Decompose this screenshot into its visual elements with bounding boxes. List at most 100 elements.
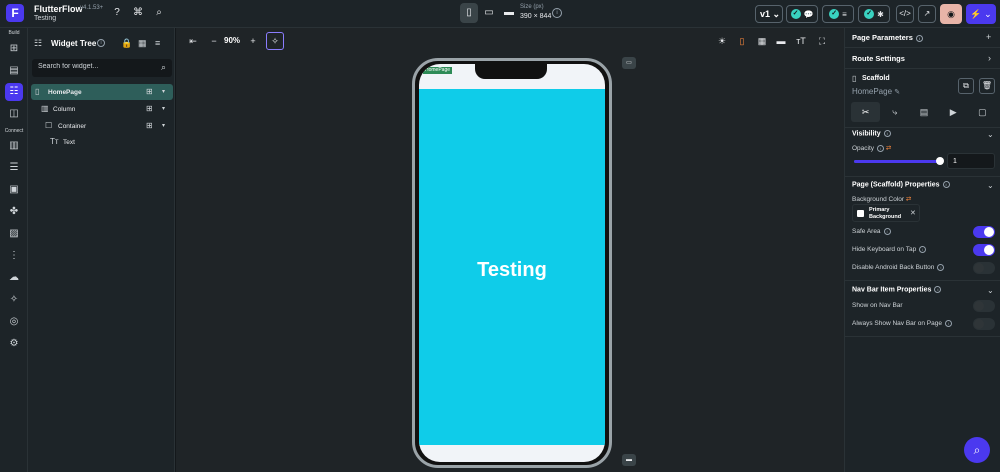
tree-node-container[interactable]: ☐ Container ⊞ ▾ — [31, 118, 173, 134]
add-child-icon[interactable]: ⊞ — [146, 104, 153, 113]
add-child-icon[interactable]: ⊞ — [146, 87, 153, 96]
flutterflow-logo-icon[interactable]: F — [6, 4, 24, 22]
tab-properties[interactable]: ✂ — [851, 102, 881, 122]
clear-color-icon[interactable]: ✕ — [910, 209, 916, 217]
info-icon: i — [944, 320, 952, 327]
opacity-slider[interactable] — [854, 157, 944, 165]
chat-icon: 💬 — [803, 9, 814, 19]
chevron-down-icon[interactable]: ▾ — [162, 88, 165, 95]
add-widget-icon[interactable]: ⊞ — [5, 40, 23, 58]
project-name[interactable]: Testing — [34, 15, 56, 22]
tab-data[interactable]: ▤ — [909, 102, 938, 122]
variable-icon[interactable]: ⇄ — [886, 145, 891, 152]
page-parameters-row[interactable]: Page Parameters i + — [845, 28, 1000, 48]
tree-node-column[interactable]: ▥ Column ⊞ ▾ — [31, 101, 173, 117]
add-icon[interactable]: + — [986, 32, 991, 42]
layout-icon[interactable]: ▦ — [138, 38, 147, 49]
copy-icon[interactable]: ⧉ — [958, 78, 974, 94]
disable-back-toggle[interactable] — [973, 262, 995, 274]
chevron-down-icon[interactable]: ▾ — [162, 122, 165, 129]
help-chat-button[interactable]: ⌕ — [964, 437, 990, 463]
keyboard-toggle-icon[interactable]: ▬ — [622, 454, 636, 466]
chevron-down-icon[interactable]: ⌄ — [987, 181, 994, 190]
tablet-device-button[interactable]: ▭ — [480, 3, 498, 23]
chevron-down-icon[interactable]: ▾ — [162, 105, 165, 112]
debug-status-button[interactable]: ✓ ✱ — [858, 5, 890, 23]
search-icon[interactable]: ⌕ — [161, 62, 166, 73]
link-icon[interactable]: ▭ — [622, 57, 636, 69]
tree-node-homepage[interactable]: ▯ HomePage ⊞ ▾ — [31, 84, 173, 100]
desktop-device-button[interactable]: ▬ — [500, 3, 518, 23]
safe-area-toggle[interactable] — [973, 226, 995, 238]
text-widget[interactable]: Testing — [419, 259, 605, 282]
storyboard-icon[interactable]: ◫ — [5, 105, 23, 123]
cloud-icon[interactable]: ☁ — [5, 269, 23, 287]
tab-backend-query[interactable]: ⤷ — [880, 102, 909, 122]
hide-keyboard-toggle[interactable] — [973, 244, 995, 256]
opacity-label: Opacity i ⇄ — [852, 144, 891, 152]
chevron-down-icon[interactable]: ⌄ — [987, 286, 994, 295]
info-icon[interactable]: i — [97, 39, 105, 47]
chevron-right-icon[interactable]: › — [988, 53, 991, 63]
size-info-icon[interactable]: i — [552, 8, 562, 18]
widget-name[interactable]: HomePage ✎ — [852, 87, 900, 96]
widget-tree-icon[interactable]: ☷ — [5, 83, 23, 101]
collapse-panel-icon[interactable]: ⇤ — [186, 32, 200, 50]
keyboard-icon[interactable]: ▬ — [773, 33, 789, 49]
device-selector: ▯ ▭ ▬ — [460, 3, 518, 24]
run-mode-button[interactable]: ⚡ ⌄ — [966, 4, 996, 24]
add-child-icon[interactable]: ⊞ — [146, 121, 153, 130]
text-scale-icon[interactable]: ᴛT — [793, 33, 809, 49]
show-nav-toggle[interactable] — [973, 300, 995, 312]
data-types-icon[interactable]: ▥ — [5, 137, 23, 155]
opacity-input[interactable] — [947, 153, 995, 169]
phone-notch — [475, 64, 547, 79]
slider-thumb[interactable] — [936, 157, 944, 165]
variable-icon[interactable]: ⇄ — [906, 196, 911, 203]
tree-node-text[interactable]: Tт Text — [31, 134, 173, 150]
light-mode-icon[interactable]: ☀ — [714, 33, 730, 49]
fit-screen-icon[interactable]: ⛶ — [814, 33, 830, 49]
grid-icon[interactable]: ▦ — [754, 33, 770, 49]
sort-icon[interactable]: ≡ — [155, 38, 160, 48]
phone-frame-icon[interactable]: ▯ — [734, 33, 750, 49]
always-show-label: Always Show Nav Bar on Page i — [852, 320, 952, 327]
tab-code[interactable]: ▢ — [968, 102, 997, 122]
text-icon: Tт — [50, 137, 59, 146]
code-view-button[interactable]: </> — [896, 5, 914, 23]
route-settings-row[interactable]: Route Settings › — [845, 49, 1000, 69]
open-external-button[interactable]: ↗ — [918, 5, 936, 23]
ai-gen-icon[interactable]: ✧ — [5, 291, 23, 309]
api-calls-icon[interactable]: ☰ — [5, 159, 23, 177]
integrations-icon[interactable]: ◎ — [5, 313, 23, 331]
size-label: Size (px) — [520, 4, 544, 10]
lock-icon[interactable]: 🔒 — [121, 38, 132, 49]
lint-status-button[interactable]: ✓ ≡ — [822, 5, 854, 23]
edit-icon[interactable]: ✎ — [894, 89, 900, 96]
container-widget[interactable]: Testing — [419, 89, 605, 445]
trash-icon[interactable]: 🗑 — [979, 78, 995, 94]
command-icon[interactable]: ⌘ — [131, 6, 145, 20]
zoom-out-button[interactable]: − — [208, 32, 220, 50]
background-color-picker[interactable]: Primary Background ✕ — [852, 204, 920, 222]
phone-device-button[interactable]: ▯ — [460, 3, 478, 23]
ai-assist-button[interactable]: ✧ — [266, 32, 284, 50]
theme-icon[interactable]: ⋮ — [5, 247, 23, 265]
components-icon[interactable]: ✤ — [5, 203, 23, 221]
help-icon[interactable]: ? — [110, 6, 124, 20]
always-show-toggle[interactable] — [973, 318, 995, 330]
page-selector-icon[interactable]: ▤ — [5, 62, 23, 80]
search-icon[interactable]: ⌕ — [152, 6, 166, 20]
phone-screen[interactable]: Testing HomePage — [419, 64, 605, 462]
sync-status-button[interactable]: ✓ 💬 — [786, 5, 818, 23]
tab-actions[interactable]: ▶ — [939, 102, 968, 122]
branch-select[interactable]: v1 ⌄ — [755, 5, 783, 23]
preview-eye-button[interactable]: ◉ — [940, 4, 962, 24]
zoom-in-button[interactable]: + — [247, 32, 259, 50]
nav-bar-title-label: Nav Bar Item Properties — [852, 286, 932, 294]
settings-gear-icon[interactable]: ⚙ — [5, 335, 23, 353]
media-assets-icon[interactable]: ▨ — [5, 225, 23, 243]
custom-code-icon[interactable]: ▣ — [5, 181, 23, 199]
chevron-down-icon[interactable]: ⌄ — [987, 130, 994, 139]
widget-search-input[interactable] — [38, 63, 148, 70]
